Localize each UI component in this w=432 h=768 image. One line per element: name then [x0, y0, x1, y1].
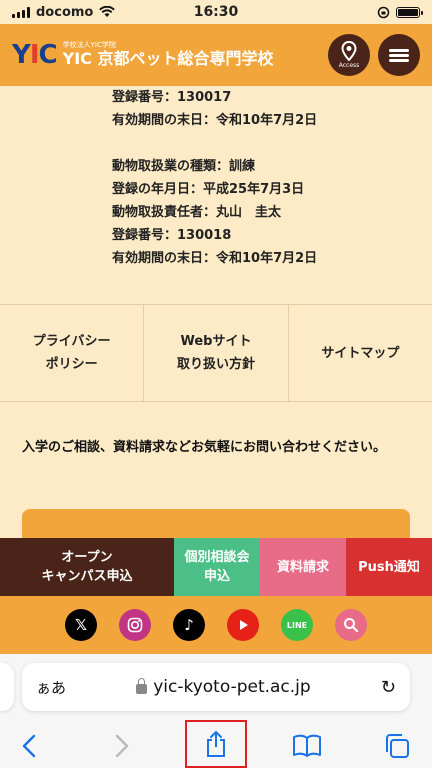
action-label: 資料請求	[276, 559, 329, 575]
website-policy-link[interactable]: Webサイト 取り扱い方針	[144, 305, 289, 401]
action-bar: オープンキャンパス申込 個別相談会申込 資料請求 Push通知	[0, 538, 432, 596]
info-line: 動物取扱業の種類：訓練	[112, 159, 256, 174]
info-line: 登録番号：130017	[112, 90, 232, 105]
line-icon[interactable]: LINE	[281, 609, 313, 641]
action-label: Push通知	[358, 559, 420, 575]
rotation-lock-icon	[377, 6, 390, 18]
registration-info: 登録番号：130017 有効期間の末日：令和10年7月2日 動物取扱業の種類：訓…	[0, 86, 432, 304]
back-button[interactable]	[22, 734, 36, 758]
browser-chrome: ぁあ yic-kyoto-pet.ac.jp ↻	[0, 654, 432, 768]
search-icon[interactable]	[335, 609, 367, 641]
yic-logo-mark: YIC	[12, 40, 58, 70]
action-label: キャンパス申込	[41, 569, 133, 584]
line-label: LINE	[286, 620, 308, 630]
privacy-policy-link[interactable]: プライバシー ポリシー	[0, 305, 145, 401]
hamburger-icon	[389, 47, 409, 64]
chevron-right-icon	[115, 734, 129, 758]
link-label: 取り扱い方針	[176, 357, 255, 372]
status-bar: docomo 16:30	[0, 0, 432, 24]
link-label: サイトマップ	[321, 345, 400, 361]
social-links: 𝕏 ♪ LINE	[0, 596, 432, 654]
url-text: yic-kyoto-pet.ac.jp	[153, 677, 311, 697]
tabs-icon	[386, 734, 409, 758]
reader-settings-button[interactable]: ぁあ	[36, 677, 66, 698]
footer-links: プライバシー ポリシー Webサイト 取り扱い方針 サイトマップ	[0, 304, 432, 402]
link-label: ポリシー	[45, 357, 98, 372]
lock-icon	[136, 678, 148, 694]
wifi-icon	[99, 6, 116, 17]
x-icon[interactable]: 𝕏	[65, 609, 97, 641]
browser-toolbar	[0, 720, 432, 768]
inquiry-text: 入学のご相談、資料請求などお気軽にお問い合わせください。	[22, 440, 387, 455]
info-line: 有効期間の末日：令和10年7月2日	[112, 251, 318, 266]
info-line: 登録番号：130018	[112, 228, 232, 243]
chevron-left-icon	[22, 734, 36, 758]
info-line: 動物取扱責任者：丸山 圭太	[112, 205, 282, 220]
access-button[interactable]: Access	[328, 34, 370, 76]
consultation-button[interactable]: 個別相談会 申込	[174, 538, 260, 596]
map-pin-icon	[341, 41, 357, 61]
tabs-button[interactable]	[383, 733, 411, 759]
address-bar[interactable]: ぁあ yic-kyoto-pet.ac.jp ↻	[22, 663, 410, 711]
access-label: Access	[338, 62, 360, 69]
action-label: オープン	[61, 550, 113, 565]
link-label: Webサイト	[180, 334, 252, 349]
menu-button[interactable]	[378, 34, 420, 76]
signal-icon	[12, 6, 30, 18]
forward-button[interactable]	[115, 734, 129, 758]
action-label: 個別相談会	[184, 550, 250, 565]
info-line: 登録の年月日：平成25年7月3日	[112, 182, 305, 197]
site-header: YIC 学校法人YIC学院 YIC 京都ペット総合専門学校 Access	[0, 24, 432, 86]
school-logo[interactable]: YIC 学校法人YIC学院 YIC 京都ペット総合専門学校	[12, 40, 273, 70]
previous-tab-edge[interactable]	[0, 663, 14, 711]
school-name: YIC 京都ペット総合専門学校	[62, 49, 274, 69]
brochure-request-button[interactable]: 資料請求	[260, 538, 346, 596]
share-icon	[207, 730, 225, 757]
bookmarks-button[interactable]	[292, 734, 322, 758]
reload-icon[interactable]: ↻	[381, 677, 396, 698]
instagram-icon[interactable]	[119, 609, 151, 641]
sitemap-link[interactable]: サイトマップ	[289, 305, 432, 401]
youtube-icon[interactable]	[227, 609, 259, 641]
share-button[interactable]	[185, 720, 247, 768]
push-notification-button[interactable]: Push通知	[346, 538, 432, 596]
action-label: 申込	[203, 569, 230, 584]
carrier-label: docomo	[36, 4, 94, 20]
info-line: 有効期間の末日：令和10年7月2日	[112, 113, 318, 128]
tiktok-icon[interactable]: ♪	[173, 609, 205, 641]
clock: 16:30	[193, 4, 239, 20]
book-icon	[293, 734, 321, 757]
open-campus-button[interactable]: オープンキャンパス申込	[0, 538, 174, 596]
link-label: プライバシー	[32, 334, 111, 349]
battery-icon	[396, 6, 423, 18]
